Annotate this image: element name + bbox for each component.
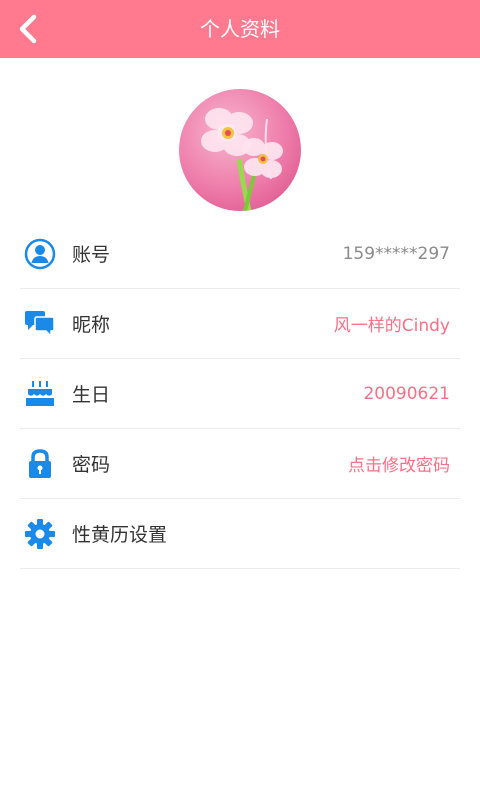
account-value: 159*****297 [342,243,450,264]
user-icon [23,237,57,271]
cake-icon [23,377,57,411]
calendar-settings-row[interactable]: 性黄历设置 [20,499,460,569]
back-button[interactable] [8,9,48,49]
lock-icon [23,447,57,481]
calendar-settings-label: 性黄历设置 [72,524,168,546]
nickname-label: 昵称 [72,314,111,336]
nickname-row[interactable]: 昵称 风一样的Cindy [20,289,460,359]
avatar[interactable] [179,89,301,211]
top-bar: 个人资料 [0,0,480,58]
profile-list: 账号 159*****297 昵称 风一样的Cindy 生日 20090621 [20,219,460,569]
password-label: 密码 [72,454,111,476]
password-value: 点击修改密码 [348,456,450,476]
account-row[interactable]: 账号 159*****297 [20,219,460,289]
birthday-label: 生日 [72,384,111,406]
page-title: 个人资料 [200,17,280,41]
birthday-value: 20090621 [363,383,450,404]
password-row[interactable]: 密码 点击修改密码 [20,429,460,499]
flower-avatar-image [179,89,301,211]
chat-icon [23,307,57,341]
account-label: 账号 [72,244,111,266]
chevron-left-icon [19,14,37,44]
nickname-value: 风一样的Cindy [333,316,450,336]
gear-icon [23,517,57,551]
birthday-row[interactable]: 生日 20090621 [20,359,460,429]
avatar-section [0,58,480,211]
